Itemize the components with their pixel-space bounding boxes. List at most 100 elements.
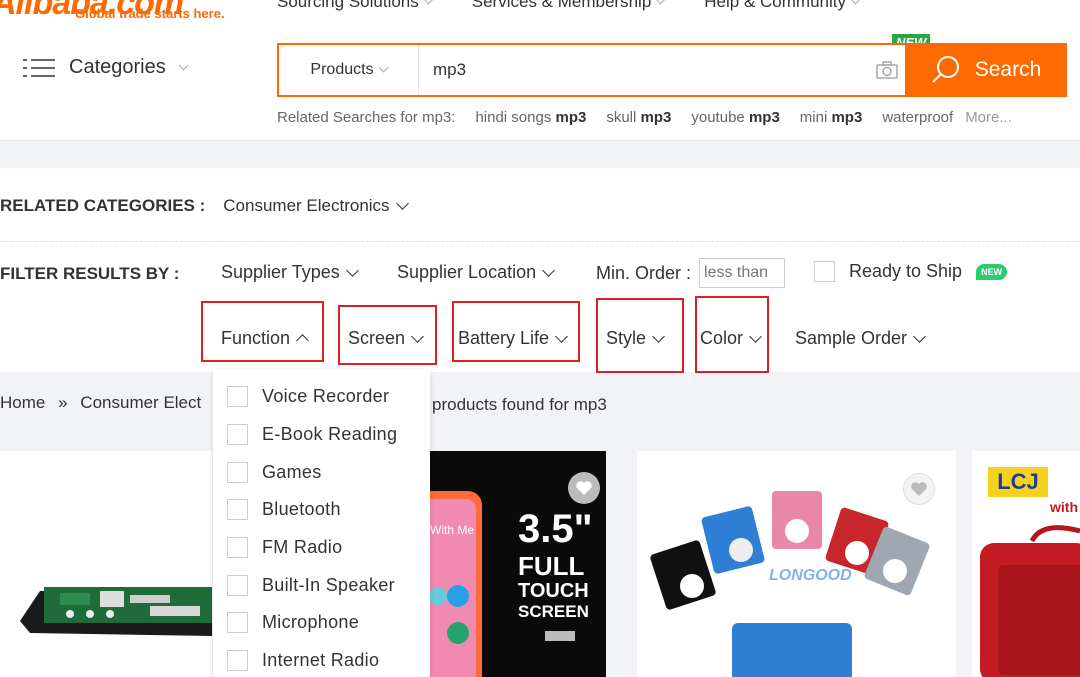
search-button[interactable]: Search [905,43,1067,97]
product-card[interactable] [0,451,212,677]
filter-label-text: Sample Order [795,328,908,348]
chevron-down-icon [655,0,666,5]
related-search-bold: mp3 [748,109,780,126]
nav-label: Sourcing Solutions [277,0,419,11]
nav-label: Services & Membership [471,0,652,11]
alibaba-logo[interactable]: Alibaba.com Global trade starts here. [0,0,225,21]
related-search-link[interactable]: mini mp3 [800,109,863,126]
categories-menu[interactable]: Categories [23,56,189,79]
watermark-brand: LONGOOD [769,567,852,584]
filter-ready-to-ship[interactable]: Ready to Ship NEW [814,261,1008,282]
function-option-bluetooth[interactable]: Bluetooth [227,499,341,520]
phone-screen-text: With Me [430,523,475,537]
option-checkbox[interactable] [227,462,248,483]
categories-label: Categories [69,56,166,78]
option-checkbox[interactable] [227,612,248,633]
function-option-fm-radio[interactable]: FM Radio [227,537,342,558]
product-card[interactable]: LCJ with [972,451,1080,677]
logo-tagline: Global trade starts here. [75,6,225,21]
filter-results-label: FILTER RESULTS BY : [0,264,180,283]
search-category-label: Products [310,61,374,78]
product-promo-text: 3.5" FULL TOUCH SCREEN [518,509,593,620]
related-search-text: hindi songs [475,109,552,126]
camera-icon[interactable] [869,45,905,95]
related-search-bold: mp3 [640,109,672,126]
filter-label-text: Supplier Location [397,262,537,282]
breadcrumb-category[interactable]: Consumer Elect [80,393,201,412]
filter-supplier-location[interactable]: Supplier Location [397,262,555,283]
chevron-down-icon [395,197,409,210]
ready-to-ship-checkbox[interactable] [814,261,835,282]
option-checkbox[interactable] [227,386,248,407]
nav-services-membership[interactable]: Services & Membership [471,0,666,12]
chevron-down-icon [378,62,389,73]
breadcrumb-home[interactable]: Home [0,393,45,412]
product-card[interactable]: With Me 3.5" FULL TOUCH SCREEN [430,451,606,677]
breadcrumb: Home » Consumer Elect [0,393,201,413]
promo-line: SCREEN [518,602,589,621]
option-label: Built-In Speaker [262,575,395,595]
related-search-link[interactable]: skull mp3 [606,109,671,126]
option-checkbox[interactable] [227,650,248,671]
nav-label: Help & Community [704,0,846,11]
product-image [20,587,212,636]
menu-icon [23,57,55,79]
function-option-microphone[interactable]: Microphone [227,612,359,633]
related-categories: RELATED CATEGORIES : Consumer Electronic… [0,196,409,216]
function-option-ebook-reading[interactable]: E-Book Reading [227,424,397,445]
product-card[interactable]: LONGOOD [637,451,956,677]
filter-supplier-types[interactable]: Supplier Types [221,262,359,283]
filter-sample-order[interactable]: Sample Order [795,328,926,349]
promo-line: 3.5" [518,507,593,551]
filter-label-text: Supplier Types [221,262,340,282]
related-search-link[interactable]: youtube mp3 [691,109,779,126]
product-promo-text: with [1050,499,1078,515]
search-category-select[interactable]: Products [279,45,419,95]
option-label: Games [262,462,322,482]
related-category-label: Consumer Electronics [223,196,390,215]
highlight-box [695,296,769,373]
ready-to-ship-label: Ready to Ship [849,261,963,281]
min-order-label: Min. Order : [596,262,692,283]
option-checkbox[interactable] [227,537,248,558]
related-search-link[interactable]: hindi songs mp3 [475,109,586,126]
related-category-dropdown[interactable]: Consumer Electronics [223,196,409,216]
highlight-box [338,305,437,365]
highlight-box [201,301,324,362]
function-option-games[interactable]: Games [227,462,322,483]
option-checkbox[interactable] [227,499,248,520]
option-label: E-Book Reading [262,424,398,444]
highlight-box [596,298,684,373]
function-dropdown: Voice Recorder E-Book Reading Games Blue… [213,369,430,677]
related-search-bold: mp3 [555,109,587,126]
top-nav: Sourcing Solutions Services & Membership… [277,0,861,12]
search-input[interactable] [419,45,869,95]
related-searches-label: Related Searches for mp3: [277,109,456,126]
divider [0,241,1080,242]
chevron-down-icon [850,0,861,5]
related-search-link[interactable]: waterproof [882,109,953,126]
favorite-heart-icon[interactable] [903,473,935,505]
nav-sourcing-solutions[interactable]: Sourcing Solutions [277,0,434,12]
min-order-input[interactable] [699,258,786,288]
related-searches: Related Searches for mp3: hindi songs mp… [277,109,1012,126]
option-label: Microphone [262,612,360,632]
function-option-built-in-speaker[interactable]: Built-In Speaker [227,575,395,596]
favorite-heart-icon[interactable] [568,472,600,504]
search-bar: Products Search [277,43,1067,97]
option-label: Internet Radio [262,650,380,670]
site-header: Alibaba.com Global trade starts here. So… [0,0,1080,141]
related-search-text: waterproof [882,109,954,126]
option-checkbox[interactable] [227,424,248,445]
product-brand-logo: LCJ [988,467,1048,497]
chevron-down-icon [542,263,555,277]
function-option-voice-recorder[interactable]: Voice Recorder [227,386,389,407]
highlight-box [452,301,580,362]
nav-help-community[interactable]: Help & Community [704,0,861,12]
option-checkbox[interactable] [227,575,248,596]
more-link[interactable]: More... [965,109,1012,126]
promo-line: FULL [518,551,585,581]
option-label: Bluetooth [262,499,341,519]
related-categories-label: RELATED CATEGORIES : [0,196,206,215]
function-option-internet-radio[interactable]: Internet Radio [227,650,379,671]
